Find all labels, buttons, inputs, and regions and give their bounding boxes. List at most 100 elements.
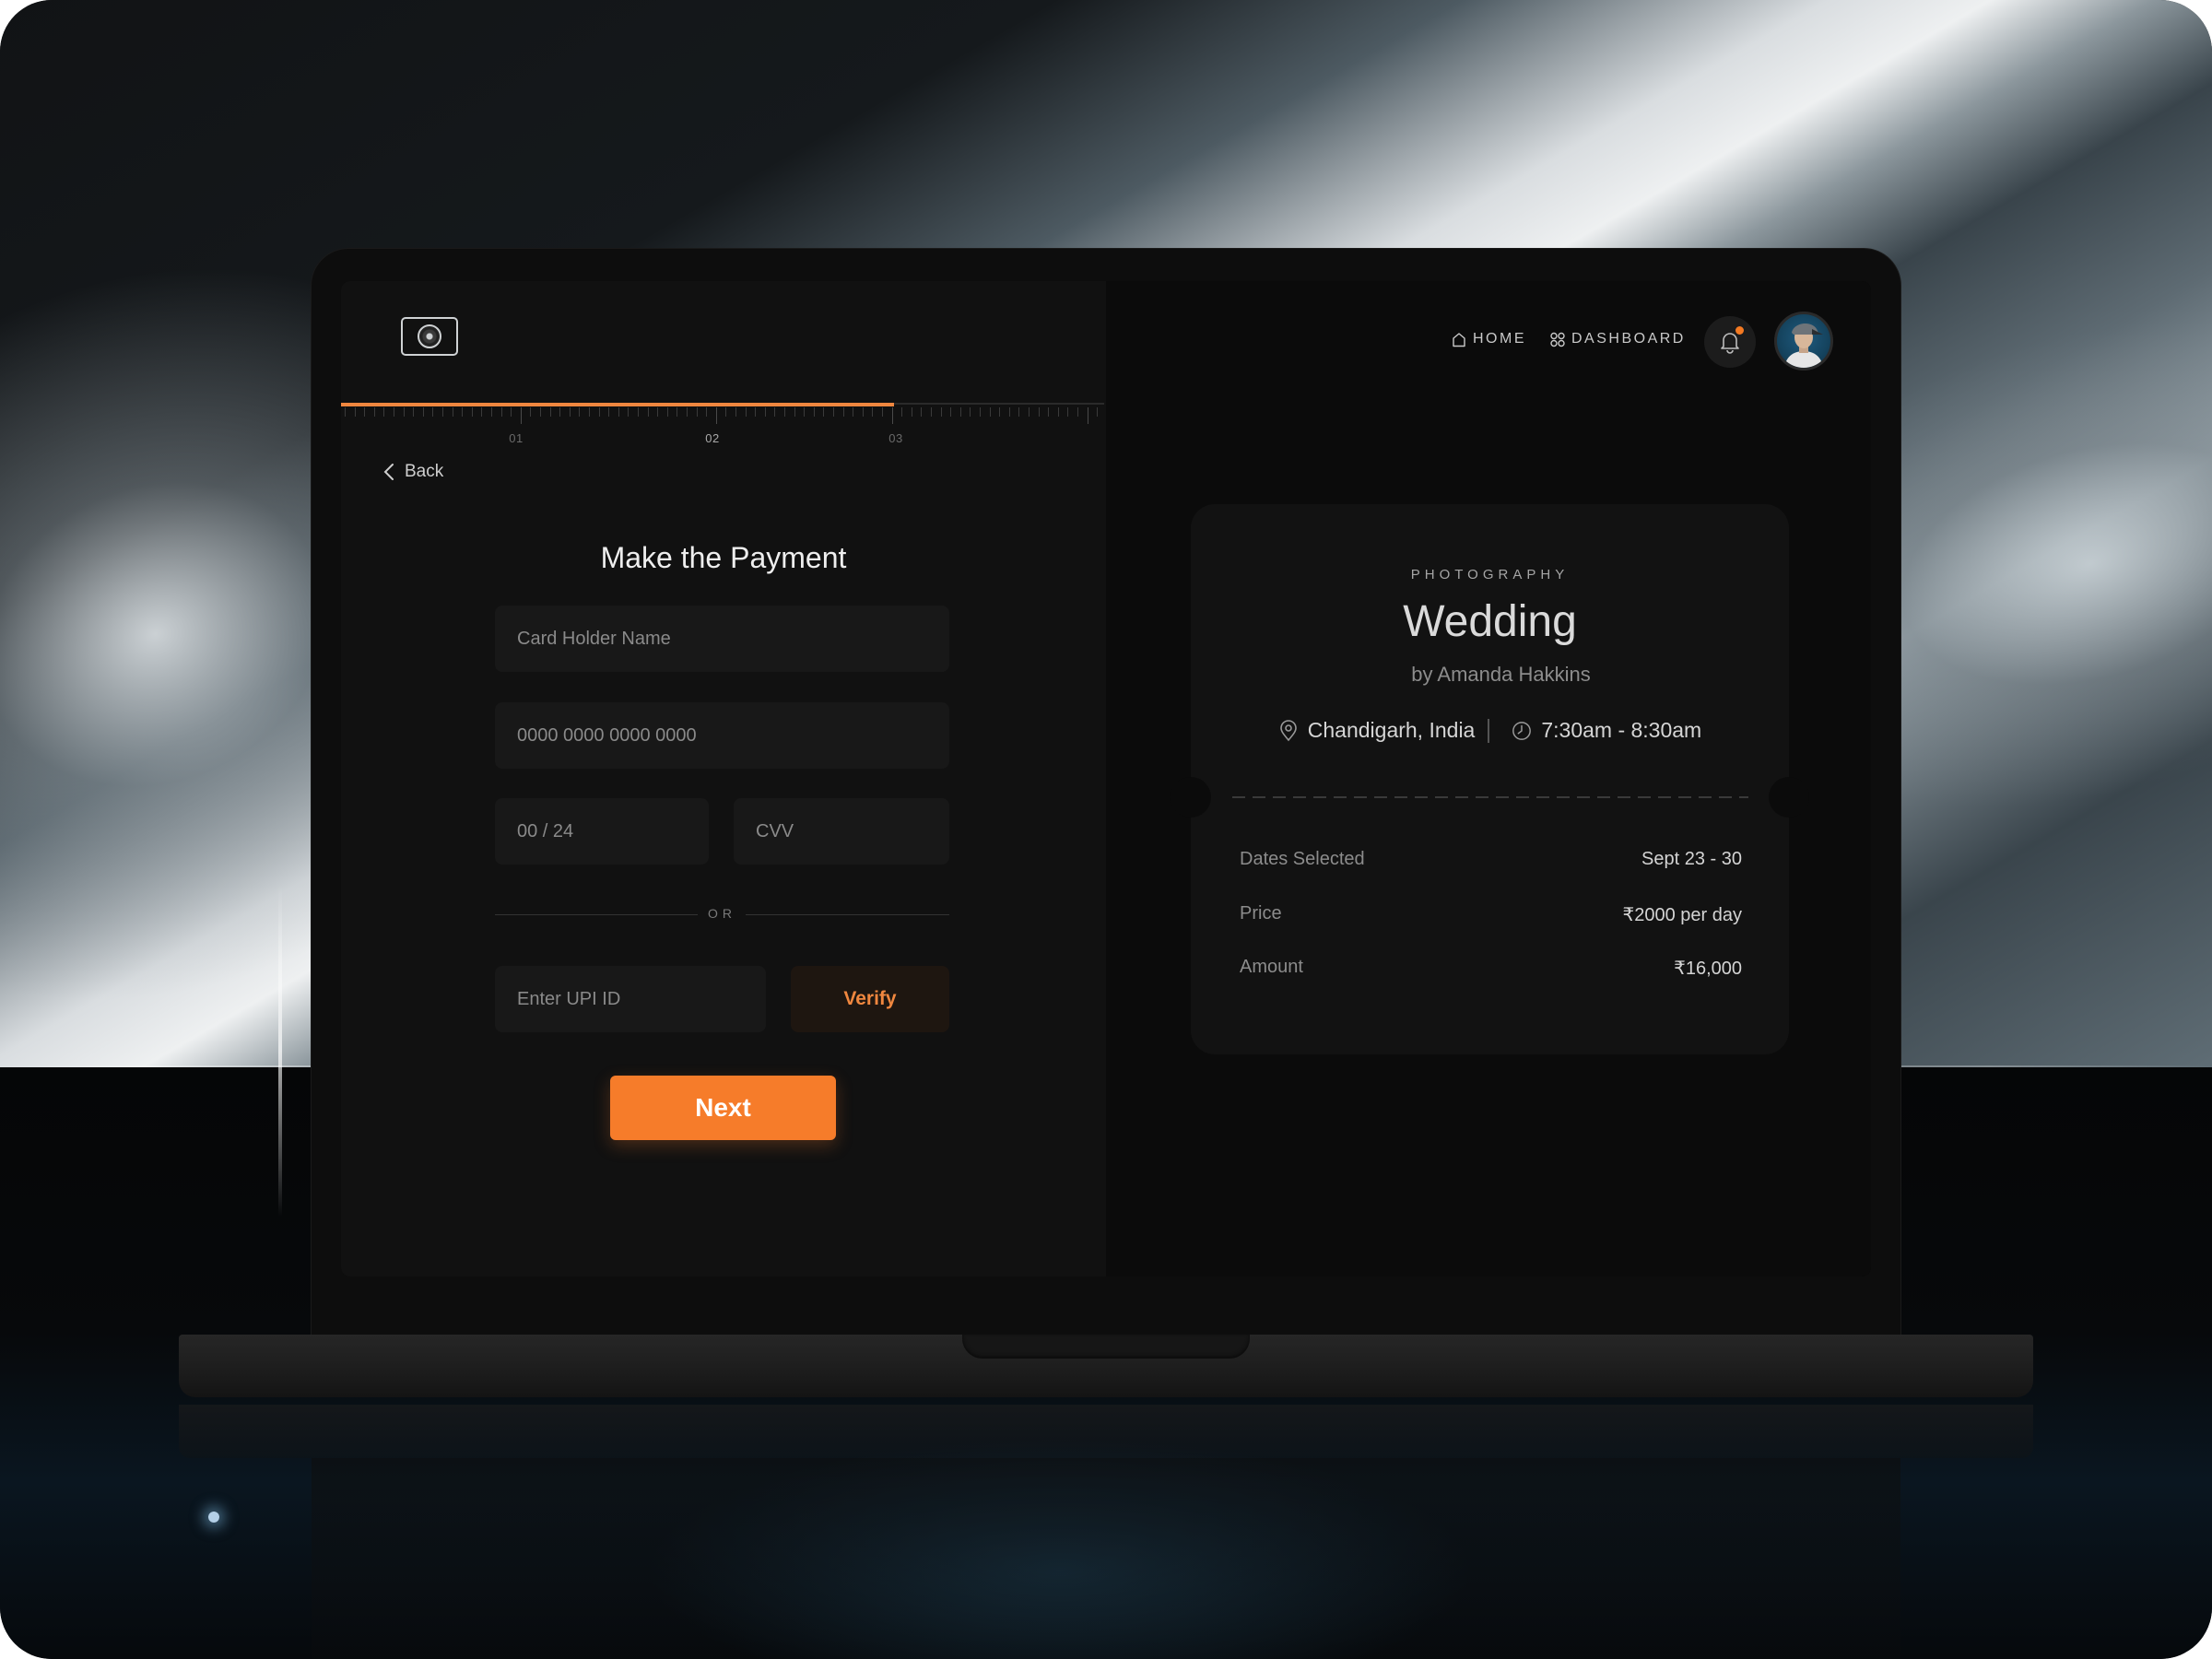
star-sparkle [208,1512,219,1523]
service-title: Wedding [1403,597,1577,646]
nav-home-link[interactable]: HOME [1452,331,1526,347]
progress-tick [647,407,649,417]
progress-tick [921,407,923,417]
ticket-notch-right [1769,777,1809,818]
progress-tick [1029,407,1030,417]
progress-tick [999,407,1001,417]
progress-tick [345,407,346,417]
progress-tick [383,407,385,417]
progress-tick [940,407,942,417]
progress-tick [462,407,464,417]
progress-tick [833,407,834,417]
light-sparkle [278,885,282,1217]
laptop-base-reflection [179,1405,2033,1458]
upi-id-input[interactable] [495,966,766,1032]
progress-tick [784,407,785,417]
mockup-frame: 01 02 03 Back Make the Payment OR Verify… [0,0,2212,1659]
progress-tick [569,407,571,417]
summary-row: Amount ₹16,000 [1240,957,1742,980]
or-text: OR [708,906,736,921]
progress-tick [813,407,815,417]
row-label: Amount [1240,957,1303,977]
progress-tick [1097,407,1099,417]
progress-tick [959,407,961,417]
progress-tick [725,407,727,417]
progress-tick [540,407,541,417]
summary-row: Dates Selected Sept 23 - 30 [1240,849,1742,870]
payment-panel: 01 02 03 Back Make the Payment OR Verify… [341,281,1106,1277]
progress-tick [579,407,581,417]
row-label: Dates Selected [1240,849,1365,869]
progress-tick [1008,407,1010,417]
progress-tick [901,407,903,417]
progress-tick [862,407,864,417]
progress-tick [500,407,502,417]
dashed-divider [1232,796,1748,798]
location-text: Chandigarh, India [1307,718,1476,742]
progress-tick [764,407,766,417]
progress-tick [882,407,883,417]
page-title: Make the Payment [600,541,847,574]
or-divider: OR [495,905,949,924]
progress-tick [530,407,532,417]
home-icon [1453,332,1465,347]
card-holder-name-input[interactable] [495,606,949,672]
progress-tick [1038,407,1040,417]
nav-dashboard-link[interactable]: DASHBOARD [1550,331,1686,347]
ticket-notch-left [1171,777,1211,818]
step-label-1: 01 [509,431,524,445]
progress-tick [1018,407,1020,417]
progress-tick [715,407,717,424]
service-category: PHOTOGRAPHY [1410,567,1570,582]
next-button[interactable]: Next [610,1076,836,1140]
progress-tick [608,407,610,417]
progress-tick [471,407,473,417]
step-label-2: 02 [705,431,720,445]
divider-line-right [746,914,949,915]
progress-tick [628,407,629,417]
time-text: 7:30am - 8:30am [1541,718,1702,742]
progress-tick [491,407,492,417]
user-avatar[interactable] [1774,312,1833,371]
time-item: 7:30am - 8:30am [1512,718,1701,743]
top-navigation: HOME DASHBOARD [1106,309,1871,373]
progress-tick [696,407,698,417]
progress-tick [638,407,639,417]
progress-tick [755,407,757,417]
card-number-input[interactable] [495,702,949,769]
summary-row: Price ₹2000 per day [1240,903,1742,926]
laptop-lid-reflection [312,1458,1900,1659]
camera-logo-icon[interactable] [401,317,458,356]
progress-tick [706,407,708,417]
verify-button[interactable]: Verify [791,966,949,1032]
back-button[interactable]: Back [382,462,443,482]
grid-icon [1550,332,1565,347]
progress-tick [354,407,356,417]
progress-tick [413,407,415,417]
back-label: Back [405,462,444,481]
progress-tick [481,407,483,417]
cvv-input[interactable] [734,798,949,865]
expiry-input[interactable] [495,798,709,865]
step-progress: 01 02 03 [341,403,1106,458]
avatar-portrait [1784,323,1823,368]
progress-tick [657,407,659,417]
row-value: ₹16,000 [1674,959,1742,979]
progress-tick [549,407,551,417]
meta-separator [1488,718,1490,743]
progress-fill [341,403,895,406]
progress-tick [589,407,590,417]
progress-tick [364,407,366,417]
location-item: Chandigarh, India [1278,718,1476,743]
progress-tick [666,407,668,417]
progress-tick [432,407,434,417]
chevron-left-icon [383,464,394,480]
progress-tick [511,407,512,417]
progress-tick [1067,407,1069,417]
notifications-button[interactable] [1704,316,1756,368]
progress-tick [872,407,874,417]
progress-tick [442,407,443,417]
step-label-3: 03 [888,431,903,445]
progress-tick [598,407,600,417]
progress-tick [980,407,981,417]
